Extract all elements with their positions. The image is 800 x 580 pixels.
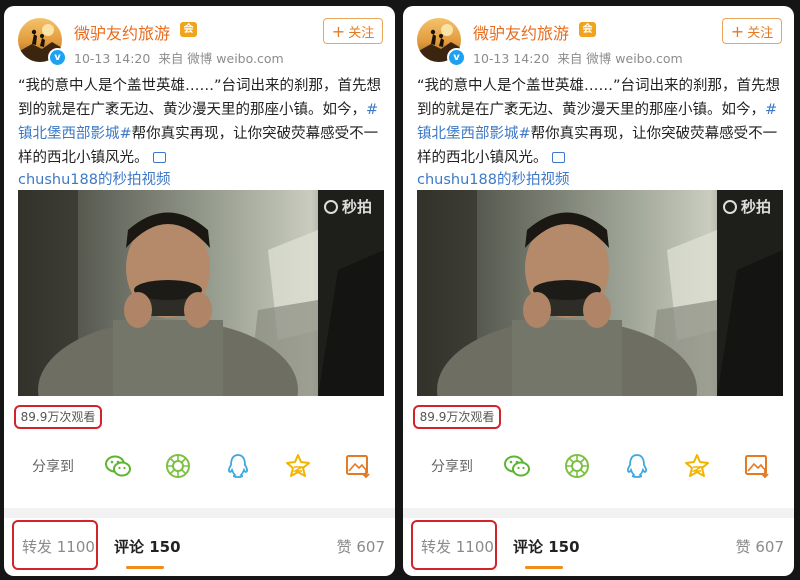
verified-badge-icon: v — [447, 48, 466, 67]
tab-comment[interactable]: 评论 150 — [513, 536, 580, 557]
post-text-part1: “我的意中人是个盖世英雄……”台词出来的刹那，首先想到的就是在广袤无边、黄沙漫天… — [18, 78, 382, 118]
post-text: “我的意中人是个盖世英雄……”台词出来的刹那，首先想到的就是在广袤无边、黄沙漫天… — [417, 74, 783, 170]
qq-icon[interactable] — [224, 452, 252, 480]
qzone-icon[interactable] — [284, 452, 312, 480]
plus-icon: + — [331, 22, 346, 41]
member-badge-icon: 会 — [180, 22, 197, 37]
camera-icon — [722, 200, 737, 214]
post-source: 来自 微博 weibo.com — [158, 51, 284, 66]
username[interactable]: 微驴友约旅游 — [74, 20, 170, 44]
tab-repost[interactable]: 转发 1100 — [12, 520, 98, 570]
watermark-text: 秒拍 — [341, 198, 372, 216]
miaopai-watermark: 秒拍 — [722, 196, 771, 217]
post-timestamp: 10-13 14:20 — [473, 51, 550, 66]
tab-like[interactable]: 赞 607 — [736, 536, 784, 557]
video-player[interactable]: 秒拍 — [417, 190, 783, 396]
plus-icon: + — [730, 22, 745, 41]
video-source-link[interactable]: chushu188的秒拍视频 — [417, 168, 569, 189]
screenshot-background: v 微驴友约旅游 会 10-13 14:20 来自 微博 weibo.com + 关… — [0, 0, 800, 580]
video-player[interactable]: 秒拍 — [18, 190, 384, 396]
section-divider — [403, 508, 794, 518]
tab-repost-label: 转发 1100 — [22, 538, 95, 556]
moments-icon[interactable] — [563, 452, 591, 480]
qq-icon[interactable] — [623, 452, 651, 480]
follow-button[interactable]: + 关注 — [323, 18, 383, 44]
tab-repost-label: 转发 1100 — [421, 538, 494, 556]
miaopai-watermark: 秒拍 — [323, 196, 372, 217]
post-meta: 10-13 14:20 来自 微博 weibo.com — [74, 48, 292, 67]
image-save-icon[interactable] — [743, 452, 771, 480]
video-link-icon — [152, 152, 166, 163]
active-tab-underline — [126, 566, 164, 569]
member-badge-icon: 会 — [579, 22, 596, 37]
camera-icon — [323, 200, 338, 214]
post-meta: 10-13 14:20 来自 微博 weibo.com — [473, 48, 691, 67]
post-text-part1: “我的意中人是个盖世英雄……”台词出来的刹那，首先想到的就是在广袤无边、黄沙漫天… — [417, 78, 781, 118]
image-save-icon[interactable] — [344, 452, 372, 480]
verified-badge-icon: v — [48, 48, 67, 67]
follow-button[interactable]: + 关注 — [722, 18, 782, 44]
share-row: 分享到 — [417, 452, 783, 482]
view-count: 89.9万次观看 — [413, 405, 501, 429]
share-label: 分享到 — [32, 459, 74, 475]
wechat-icon[interactable] — [503, 452, 531, 480]
post-timestamp: 10-13 14:20 — [74, 51, 151, 66]
view-count: 89.9万次观看 — [14, 405, 102, 429]
moments-icon[interactable] — [164, 452, 192, 480]
qzone-icon[interactable] — [683, 452, 711, 480]
post-text: “我的意中人是个盖世英雄……”台词出来的刹那，首先想到的就是在广袤无边、黄沙漫天… — [18, 74, 384, 170]
share-row: 分享到 — [18, 452, 384, 482]
video-frame-image — [18, 190, 384, 396]
weibo-post-panel-left: v 微驴友约旅游 会 10-13 14:20 来自 微博 weibo.com + 关… — [4, 6, 395, 576]
post-source: 来自 微博 weibo.com — [557, 51, 683, 66]
section-divider — [4, 508, 395, 518]
username[interactable]: 微驴友约旅游 — [473, 20, 569, 44]
tab-repost[interactable]: 转发 1100 — [411, 520, 497, 570]
tab-like[interactable]: 赞 607 — [337, 536, 385, 557]
follow-label: 关注 — [747, 26, 774, 41]
wechat-icon[interactable] — [104, 452, 132, 480]
tab-comment[interactable]: 评论 150 — [114, 536, 181, 557]
share-label: 分享到 — [431, 459, 473, 475]
video-source-link[interactable]: chushu188的秒拍视频 — [18, 168, 170, 189]
video-frame-image — [417, 190, 783, 396]
video-link-icon — [551, 152, 565, 163]
follow-label: 关注 — [348, 26, 375, 41]
weibo-post-panel-right: v 微驴友约旅游 会 10-13 14:20 来自 微博 weibo.com + 关… — [403, 6, 794, 576]
active-tab-underline — [525, 566, 563, 569]
watermark-text: 秒拍 — [740, 198, 771, 216]
